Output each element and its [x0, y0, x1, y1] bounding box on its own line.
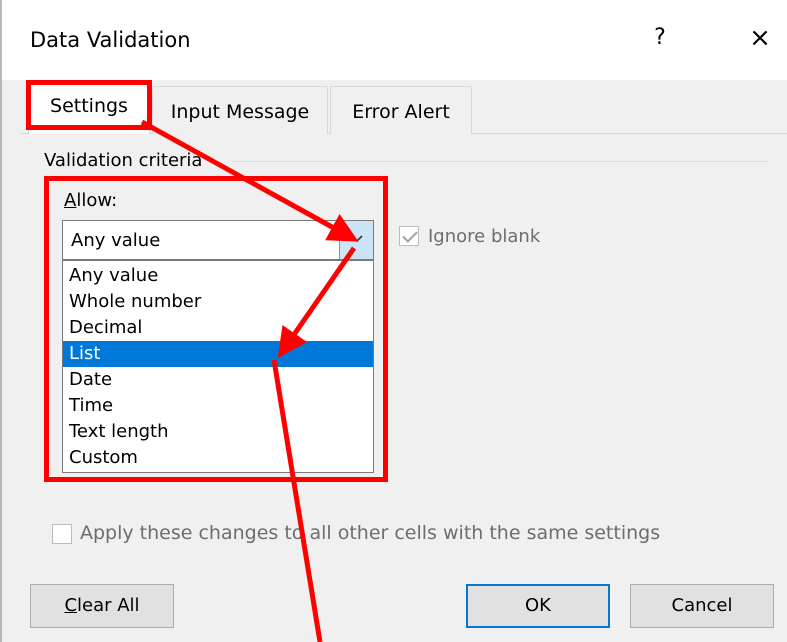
clear-all-button[interactable]: Clear All [30, 584, 174, 628]
tab-input-message[interactable]: Input Message [152, 86, 328, 134]
clear-all-accesskey: C [64, 595, 78, 616]
title-bar: Data Validation ? × [2, 0, 787, 80]
clear-all-text: lear All [77, 595, 140, 616]
validation-criteria-label: Validation criteria [44, 148, 209, 174]
annotation-box-settings-tab [26, 80, 152, 130]
dialog-title: Data Validation [30, 28, 191, 52]
annotation-box-allow [44, 176, 388, 482]
help-button[interactable]: ? [642, 18, 678, 58]
apply-all-checkbox[interactable] [52, 524, 72, 544]
group-divider [232, 161, 769, 162]
cancel-button[interactable]: Cancel [630, 584, 774, 628]
ok-button[interactable]: OK [466, 584, 610, 628]
apply-all-label: Apply these changes to all other cells w… [80, 522, 661, 544]
tab-error-alert[interactable]: Error Alert [330, 86, 472, 134]
ignore-blank-checkbox[interactable] [399, 226, 419, 246]
ignore-blank-label: Ignore blank [428, 226, 541, 247]
close-button[interactable]: × [742, 18, 778, 58]
data-validation-dialog: Data Validation ? × Input Message Error … [0, 0, 787, 642]
